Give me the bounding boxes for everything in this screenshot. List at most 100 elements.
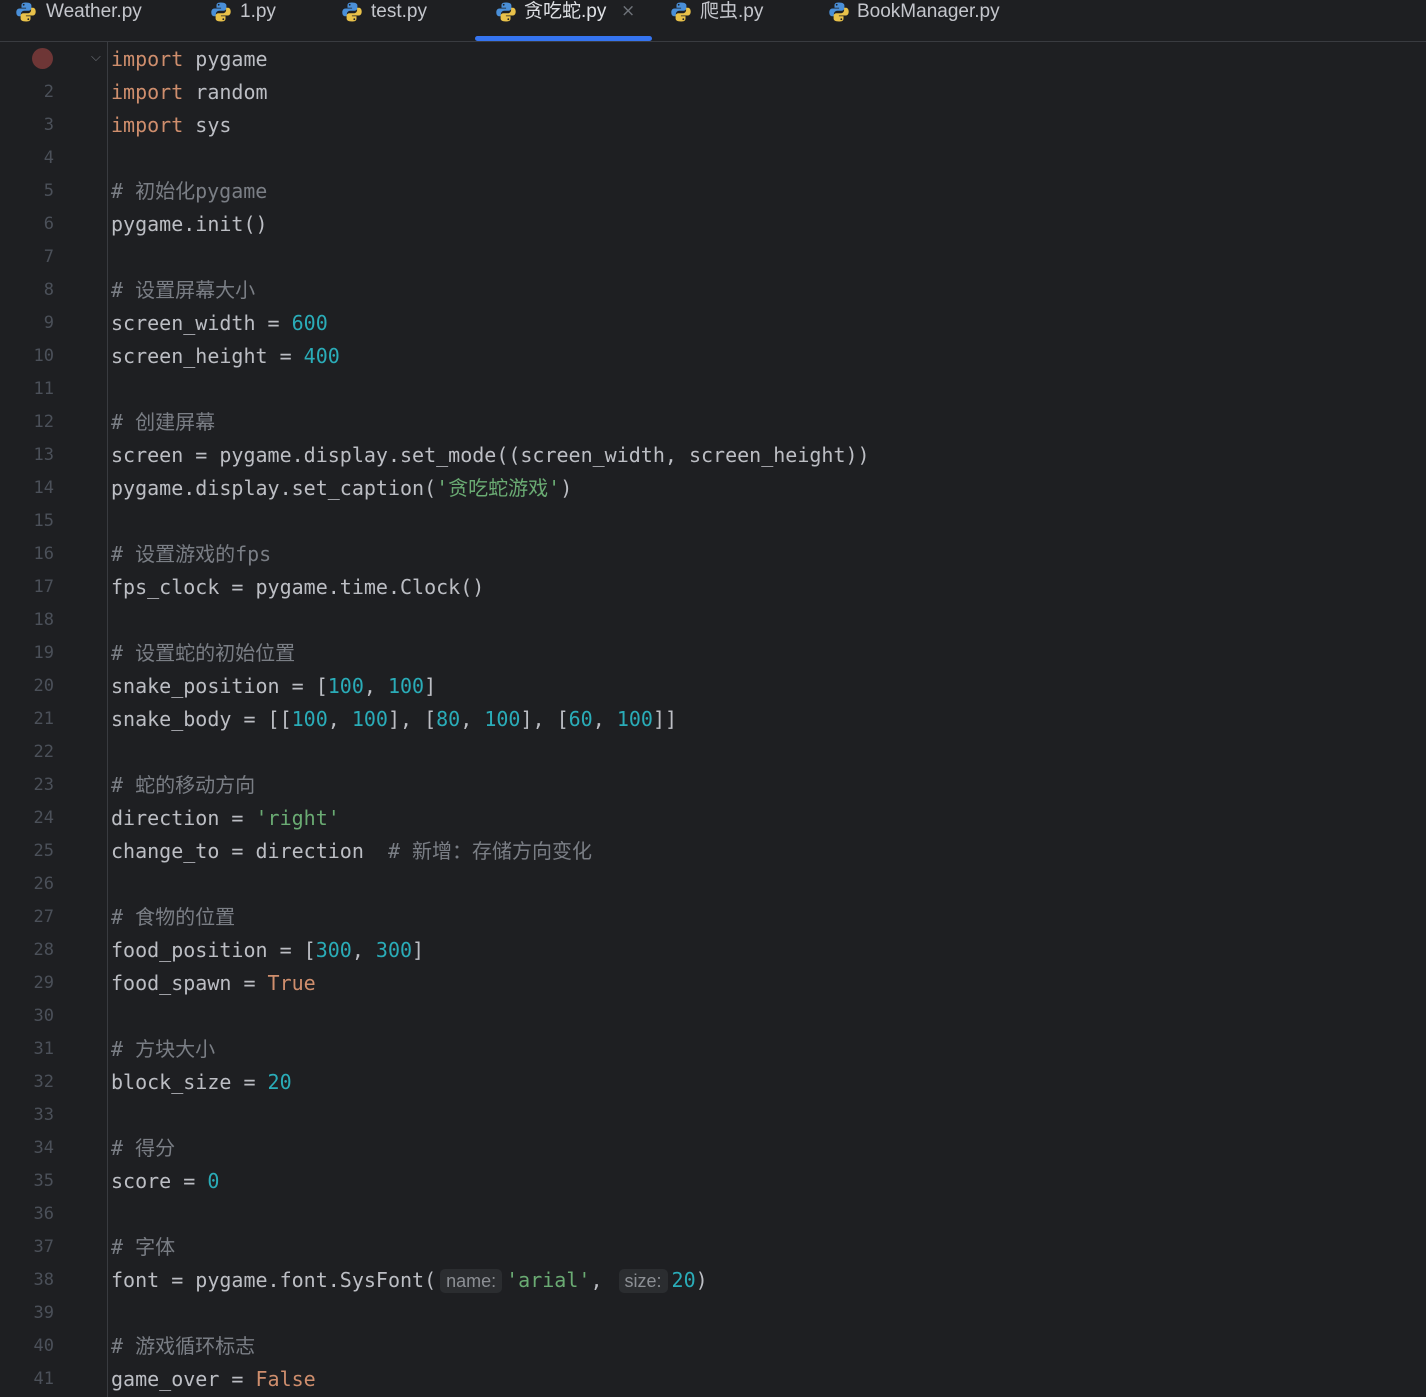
code-line: 5 # 初始化pygame	[0, 175, 1426, 208]
line-number: 27	[33, 907, 54, 927]
code-text: import sys	[111, 109, 231, 142]
code-text: food_spawn = True	[111, 967, 316, 1000]
parameter-hint: size:	[618, 1269, 668, 1293]
fold-chevron-icon[interactable]: ⌵	[91, 50, 101, 65]
token-num: 100	[351, 707, 388, 731]
code-text: # 初始化pygame	[111, 175, 267, 208]
line-number: 25	[33, 841, 54, 861]
token-num: 60	[568, 707, 593, 731]
token-tx: score =	[111, 1169, 208, 1193]
line-number: 34	[33, 1138, 54, 1158]
token-kw: import	[111, 113, 184, 137]
line-number: 17	[33, 577, 54, 597]
token-tx: ]	[412, 938, 425, 962]
token-cm: # 蛇的移动方向	[111, 773, 256, 797]
code-line: 21 snake_body = [[100, 100], [80, 100], […	[0, 703, 1426, 736]
line-number: 37	[33, 1237, 54, 1257]
python-file-icon	[828, 1, 850, 23]
tab-label: 1.py	[240, 1, 276, 22]
token-str: '贪吃蛇游戏'	[436, 476, 561, 500]
code-line: 6 pygame.init()	[0, 208, 1426, 241]
python-file-icon	[15, 1, 37, 23]
code-line: 12 # 创建屏幕	[0, 406, 1426, 439]
code-line: 25 change_to = direction # 新增：存储方向变化	[0, 835, 1426, 868]
token-tx: snake_body = [[	[111, 707, 292, 731]
line-number: 11	[33, 379, 54, 399]
breakpoint-icon[interactable]	[32, 48, 53, 69]
token-num: 20	[267, 1070, 292, 1094]
code-line: 23 # 蛇的移动方向	[0, 769, 1426, 802]
line-number: 6	[43, 214, 54, 234]
code-line: 29 food_spawn = True	[0, 967, 1426, 1000]
line-number: 19	[33, 643, 54, 663]
token-cm: # 得分	[111, 1136, 176, 1160]
token-num: 0	[207, 1169, 220, 1193]
code-line: 19 # 设置蛇的初始位置	[0, 637, 1426, 670]
token-tx: ,	[351, 938, 376, 962]
python-file-icon	[341, 1, 363, 23]
code-line: 28 food_position = [300, 300]	[0, 934, 1426, 967]
token-kw: import	[111, 80, 184, 104]
token-cm: # 游戏循环标志	[111, 1334, 256, 1358]
code-text: font = pygame.font.SysFont(name:'arial',…	[111, 1264, 708, 1298]
line-number: 13	[33, 445, 54, 465]
code-text: pygame.display.set_caption('贪吃蛇游戏')	[111, 472, 572, 505]
token-num: 400	[303, 344, 340, 368]
token-tx: fps_clock = pygame.time.Clock()	[111, 575, 485, 599]
line-number: 22	[33, 742, 54, 762]
python-file-icon	[670, 1, 692, 23]
token-tx: ,	[460, 707, 485, 731]
code-line: 34 # 得分	[0, 1132, 1426, 1165]
token-tx: ]	[424, 674, 437, 698]
python-file-icon	[210, 1, 232, 23]
code-line: 4	[0, 142, 1426, 175]
code-text: # 方块大小	[111, 1033, 215, 1066]
active-tab-indicator	[475, 36, 652, 41]
token-num: 600	[291, 311, 328, 335]
line-number: 15	[33, 511, 54, 531]
token-cm: # 食物的位置	[111, 905, 236, 929]
code-text: fps_clock = pygame.time.Clock()	[111, 571, 484, 604]
line-number: 16	[33, 544, 54, 564]
line-number: 18	[33, 610, 54, 630]
token-num: 300	[375, 938, 413, 962]
code-line: 41 game_over = False	[0, 1363, 1426, 1396]
code-text: # 字体	[111, 1231, 175, 1264]
close-tab-icon[interactable]: ×	[621, 0, 635, 22]
line-number: 39	[33, 1303, 54, 1323]
code-line: 13 screen = pygame.display.set_mode((scre…	[0, 439, 1426, 472]
code-line: 40 # 游戏循环标志	[0, 1330, 1426, 1363]
line-number: 21	[33, 709, 54, 729]
code-line: import pygame	[0, 43, 1426, 76]
line-number: 30	[33, 1006, 54, 1026]
token-tx: block_size =	[111, 1070, 268, 1094]
token-cm: # 初始化pygame	[111, 179, 268, 203]
token-tx: direction =	[111, 806, 256, 830]
line-number: 20	[33, 676, 54, 696]
code-line: 3 import sys	[0, 109, 1426, 142]
code-line: 38 font = pygame.font.SysFont(name:'arial…	[0, 1264, 1426, 1297]
token-tx: food_spawn =	[111, 971, 268, 995]
token-num: 100	[291, 707, 328, 731]
line-number: 23	[33, 775, 54, 795]
line-number: 14	[33, 478, 54, 498]
token-tx: random	[183, 80, 268, 104]
editor-tab-bar: Weather.py 1.py test.py 贪吃蛇.py × 爬虫.py BookMan…	[0, 0, 1426, 42]
python-file-icon	[495, 1, 517, 23]
line-number: 12	[33, 412, 54, 432]
token-tx: ,	[363, 674, 388, 698]
code-line: 24 direction = 'right'	[0, 802, 1426, 835]
line-number: 8	[43, 280, 54, 300]
code-line: 27 # 食物的位置	[0, 901, 1426, 934]
line-number: 36	[33, 1204, 54, 1224]
token-tx: pygame	[183, 47, 268, 71]
tab-label: test.py	[371, 1, 427, 22]
code-line: 20 snake_position = [100, 100]	[0, 670, 1426, 703]
code-text: screen_width = 600	[111, 307, 328, 340]
code-line: 11	[0, 373, 1426, 406]
code-line: 32 block_size = 20	[0, 1066, 1426, 1099]
token-tx: sys	[183, 113, 232, 137]
code-line: 15	[0, 505, 1426, 538]
code-line: 17 fps_clock = pygame.time.Clock()	[0, 571, 1426, 604]
code-text: snake_position = [100, 100]	[111, 670, 436, 703]
